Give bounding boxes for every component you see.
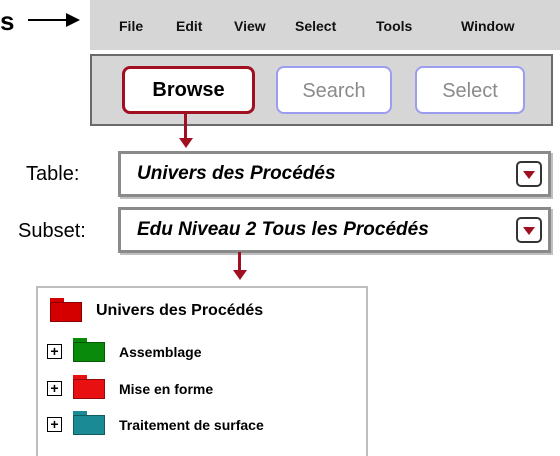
menu-view[interactable]: View	[234, 0, 266, 50]
table-dropdown[interactable]: Univers des Procédés	[118, 151, 551, 197]
tree-item-traitement-de-surface[interactable]: Traitement de surface	[119, 415, 264, 435]
folder-body	[73, 415, 105, 435]
down-arrow-icon	[233, 270, 247, 280]
menu-window[interactable]: Window	[461, 0, 515, 50]
right-arrow-icon	[28, 13, 80, 27]
tree-root-label[interactable]: Univers des Procédés	[96, 300, 263, 322]
plus-box-icon[interactable]: +	[47, 344, 62, 359]
subset-value: Edu Niveau 2 Tous les Procédés	[137, 219, 429, 240]
tree-item-assemblage[interactable]: Assemblage	[119, 342, 201, 362]
table-value: Univers des Procédés	[137, 163, 336, 184]
menu-bar: File Edit View Select Tools Window	[90, 0, 560, 50]
plus-box-icon[interactable]: +	[47, 381, 62, 396]
menu-edit[interactable]: Edit	[176, 0, 202, 50]
triangle-down-icon	[523, 171, 535, 179]
plus-box-icon[interactable]: +	[47, 417, 62, 432]
folder-icon	[73, 411, 105, 435]
folder-icon	[73, 338, 105, 362]
table-label: Table:	[26, 163, 80, 185]
browse-button[interactable]: Browse	[122, 66, 255, 114]
mode-toolbar: Browse Search Select	[90, 54, 553, 126]
category-tree: Univers des Procédés + Assemblage + Mise…	[36, 286, 368, 456]
folder-body	[73, 379, 105, 399]
down-arrow-icon	[179, 138, 193, 148]
subset-dropdown-button[interactable]	[516, 217, 542, 243]
table-dropdown-button[interactable]	[516, 161, 542, 187]
folder-icon	[73, 375, 105, 399]
subset-dropdown[interactable]: Edu Niveau 2 Tous les Procédés	[118, 207, 551, 253]
folder-icon	[50, 298, 82, 322]
subset-label: Subset:	[18, 220, 86, 242]
search-button[interactable]: Search	[276, 66, 392, 114]
triangle-down-icon	[523, 227, 535, 235]
select-button[interactable]: Select	[415, 66, 525, 114]
menu-select[interactable]: Select	[295, 0, 336, 50]
menu-tools[interactable]: Tools	[376, 0, 412, 50]
connector-line	[238, 252, 241, 272]
folder-body	[50, 302, 82, 322]
tree-item-mise-en-forme[interactable]: Mise en forme	[119, 379, 213, 399]
step-letter: s	[0, 6, 15, 36]
menu-file[interactable]: File	[119, 0, 143, 50]
folder-body	[73, 342, 105, 362]
connector-line	[184, 112, 187, 140]
